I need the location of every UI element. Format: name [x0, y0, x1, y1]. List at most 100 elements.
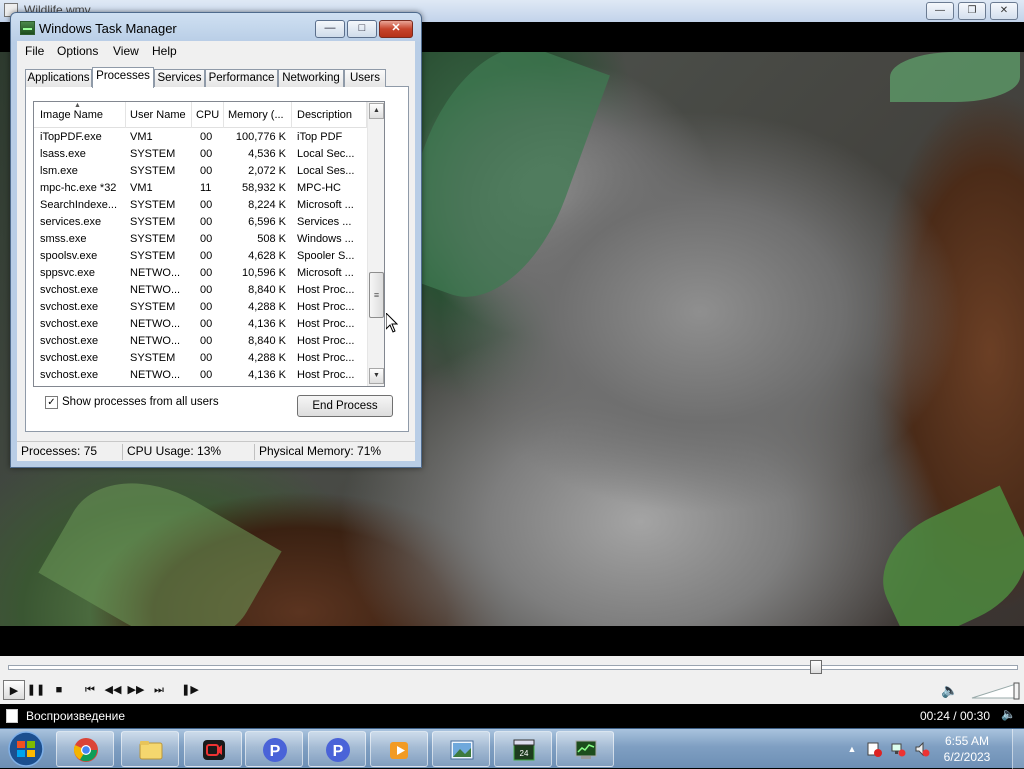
process-row[interactable]: svchost.exe NETWO... 00 4,136 K Host Proc... [34, 367, 367, 384]
svg-text:24: 24 [520, 749, 529, 758]
volume-slider[interactable] [970, 682, 1020, 700]
player-maximize-button[interactable]: ❐ [958, 2, 986, 20]
menu-file[interactable]: File [25, 44, 44, 58]
play-button[interactable]: ▶ [3, 680, 25, 700]
process-memory: 58,932 K [241, 182, 286, 194]
scroll-up-button[interactable]: ▲ [369, 103, 384, 119]
scroll-down-button[interactable]: ▼ [369, 368, 384, 384]
process-image-name: SearchIndexe... [40, 199, 118, 211]
process-row[interactable]: svchost.exe NETWO... 00 4,136 K Host Proc... [34, 316, 367, 333]
fast-forward-button[interactable]: ▶▶ [125, 680, 147, 700]
seek-bar[interactable] [0, 656, 1024, 678]
player-statusbar: Воспроизведение 00:24 / 00:30 🔈 [0, 704, 1024, 728]
process-cpu: 00 [200, 318, 213, 330]
process-memory: 8,840 K [248, 284, 286, 296]
process-row[interactable]: SearchIndexe... SYSTEM 00 8,224 K Microsoft … [34, 197, 367, 214]
pdf-app-icon: P [326, 738, 350, 762]
seek-thumb[interactable] [810, 660, 822, 674]
stop-button[interactable]: ■ [48, 680, 70, 700]
process-row[interactable]: mpc-hc.exe *32 VM1 11 58,932 K MPC-HC [34, 180, 367, 197]
column-user-name[interactable]: User Name [124, 102, 192, 128]
menu-view[interactable]: View [113, 44, 139, 58]
process-row[interactable]: sppsvc.exe NETWO... 00 10,596 K Microsoft ..… [34, 265, 367, 282]
process-description: Host Proc... [297, 301, 355, 313]
process-cpu: 00 [200, 131, 213, 143]
scroll-thumb[interactable]: ≡ [369, 272, 384, 318]
frame-step-button[interactable]: ❚▶ [179, 680, 201, 700]
process-row[interactable]: services.exe SYSTEM 00 6,596 K Services ... [34, 214, 367, 231]
volume-thumb [1013, 682, 1020, 700]
tab-applications[interactable]: Applications [25, 69, 92, 87]
cpu-usage: CPU Usage: 13% [123, 444, 255, 460]
tray-overflow-button[interactable]: ▲ [844, 741, 860, 757]
process-row[interactable]: smss.exe SYSTEM 00 508 K Windows ... [34, 231, 367, 248]
process-user-name: VM1 [130, 182, 153, 194]
process-row[interactable]: spoolsv.exe SYSTEM 00 4,628 K Spooler S... [34, 248, 367, 265]
end-process-button[interactable]: End Process [297, 395, 393, 417]
taskbar-screen-recorder[interactable] [184, 731, 242, 767]
process-user-name: NETWO... [130, 284, 181, 296]
process-row[interactable]: lsm.exe SYSTEM 00 2,072 K Local Ses... [34, 163, 367, 180]
video-leaf [863, 485, 1024, 626]
process-row[interactable]: iTopPDF.exe VM1 00 100,776 K iTop PDF [34, 129, 367, 146]
taskbar-pdf-app-2[interactable]: P [308, 731, 366, 767]
taskbar-task-manager[interactable] [556, 731, 614, 767]
process-list-header: ▲ Image Name User Name CPU Memory (... D… [34, 102, 367, 128]
network-icon[interactable] [890, 741, 906, 757]
taskbar-media-player[interactable] [370, 731, 428, 767]
process-row[interactable]: lsass.exe SYSTEM 00 4,536 K Local Sec... [34, 146, 367, 163]
column-cpu[interactable]: CPU [190, 102, 224, 128]
process-row[interactable]: svchost.exe NETWO... 00 8,840 K Host Proc... [34, 333, 367, 350]
show-desktop-button[interactable] [1012, 729, 1024, 769]
mute-icon[interactable]: 🔈 [1001, 707, 1016, 721]
taskbar-chrome[interactable] [56, 731, 114, 767]
volume-muted-icon[interactable] [914, 741, 930, 757]
clock[interactable]: 6:55 AM 6/2/2023 [932, 733, 1002, 765]
process-cpu: 00 [200, 250, 213, 262]
tm-maximize-button[interactable]: □ [347, 20, 377, 38]
rewind-button[interactable]: ◀◀ [102, 680, 124, 700]
taskbar-photo-viewer[interactable] [432, 731, 490, 767]
tab-networking[interactable]: Networking [278, 69, 344, 87]
menu-help[interactable]: Help [152, 44, 177, 58]
taskbar-pdf-app[interactable]: P [245, 731, 303, 767]
tab-performance[interactable]: Performance [205, 69, 278, 87]
windows-start-icon[interactable] [4, 730, 48, 768]
process-memory: 4,536 K [248, 148, 286, 160]
pause-button[interactable]: ❚❚ [25, 680, 47, 700]
show-all-users-checkbox[interactable]: ✓ [45, 396, 58, 409]
process-list-scrollbar[interactable]: ▲ ≡ ▼ [367, 102, 384, 386]
process-row[interactable]: svchost.exe NETWO... 00 8,840 K Host Proc... [34, 282, 367, 299]
process-cpu: 00 [200, 165, 213, 177]
column-description[interactable]: Description [291, 102, 367, 128]
process-description: Microsoft ... [297, 267, 354, 279]
tm-close-button[interactable]: ✕ [379, 20, 413, 38]
speaker-icon[interactable]: 🔈 [940, 680, 960, 700]
tab-processes[interactable]: Processes [92, 67, 154, 88]
process-memory: 508 K [257, 233, 286, 245]
system-tray: ▲ 6:55 AM 6/2/2023 [842, 729, 1024, 769]
physical-memory: Physical Memory: 71% [259, 444, 382, 458]
previous-button[interactable]: ⏮ [79, 680, 101, 700]
process-cpu: 00 [200, 233, 213, 245]
tab-services[interactable]: Services [154, 69, 205, 87]
process-row[interactable]: svchost.exe SYSTEM 00 4,288 K Host Proc... [34, 299, 367, 316]
column-image-name[interactable]: ▲ Image Name [34, 102, 126, 128]
process-row[interactable]: svchost.exe SYSTEM 00 4,288 K Host Proc... [34, 350, 367, 367]
tm-minimize-button[interactable]: — [315, 20, 345, 38]
video-leaf [38, 451, 282, 626]
action-center-icon[interactable] [866, 741, 882, 757]
tab-users[interactable]: Users [344, 69, 386, 87]
seek-track[interactable] [8, 665, 1018, 670]
taskbar: P P 24 ▲ 6:55 AM 6/2/2023 [0, 728, 1024, 769]
process-list[interactable]: ▲ Image Name User Name CPU Memory (... D… [33, 101, 385, 387]
process-image-name: services.exe [40, 216, 102, 228]
player-close-button[interactable]: ✕ [990, 2, 1018, 20]
player-minimize-button[interactable]: — [926, 2, 954, 20]
menu-options[interactable]: Options [57, 44, 98, 58]
next-button[interactable]: ⏭ [148, 680, 170, 700]
taskbar-video-editor[interactable]: 24 [494, 731, 552, 767]
column-memory[interactable]: Memory (... [222, 102, 292, 128]
taskbar-file-explorer[interactable] [121, 731, 179, 767]
task-manager-body: File Options View Help Applications Proc… [17, 41, 415, 461]
